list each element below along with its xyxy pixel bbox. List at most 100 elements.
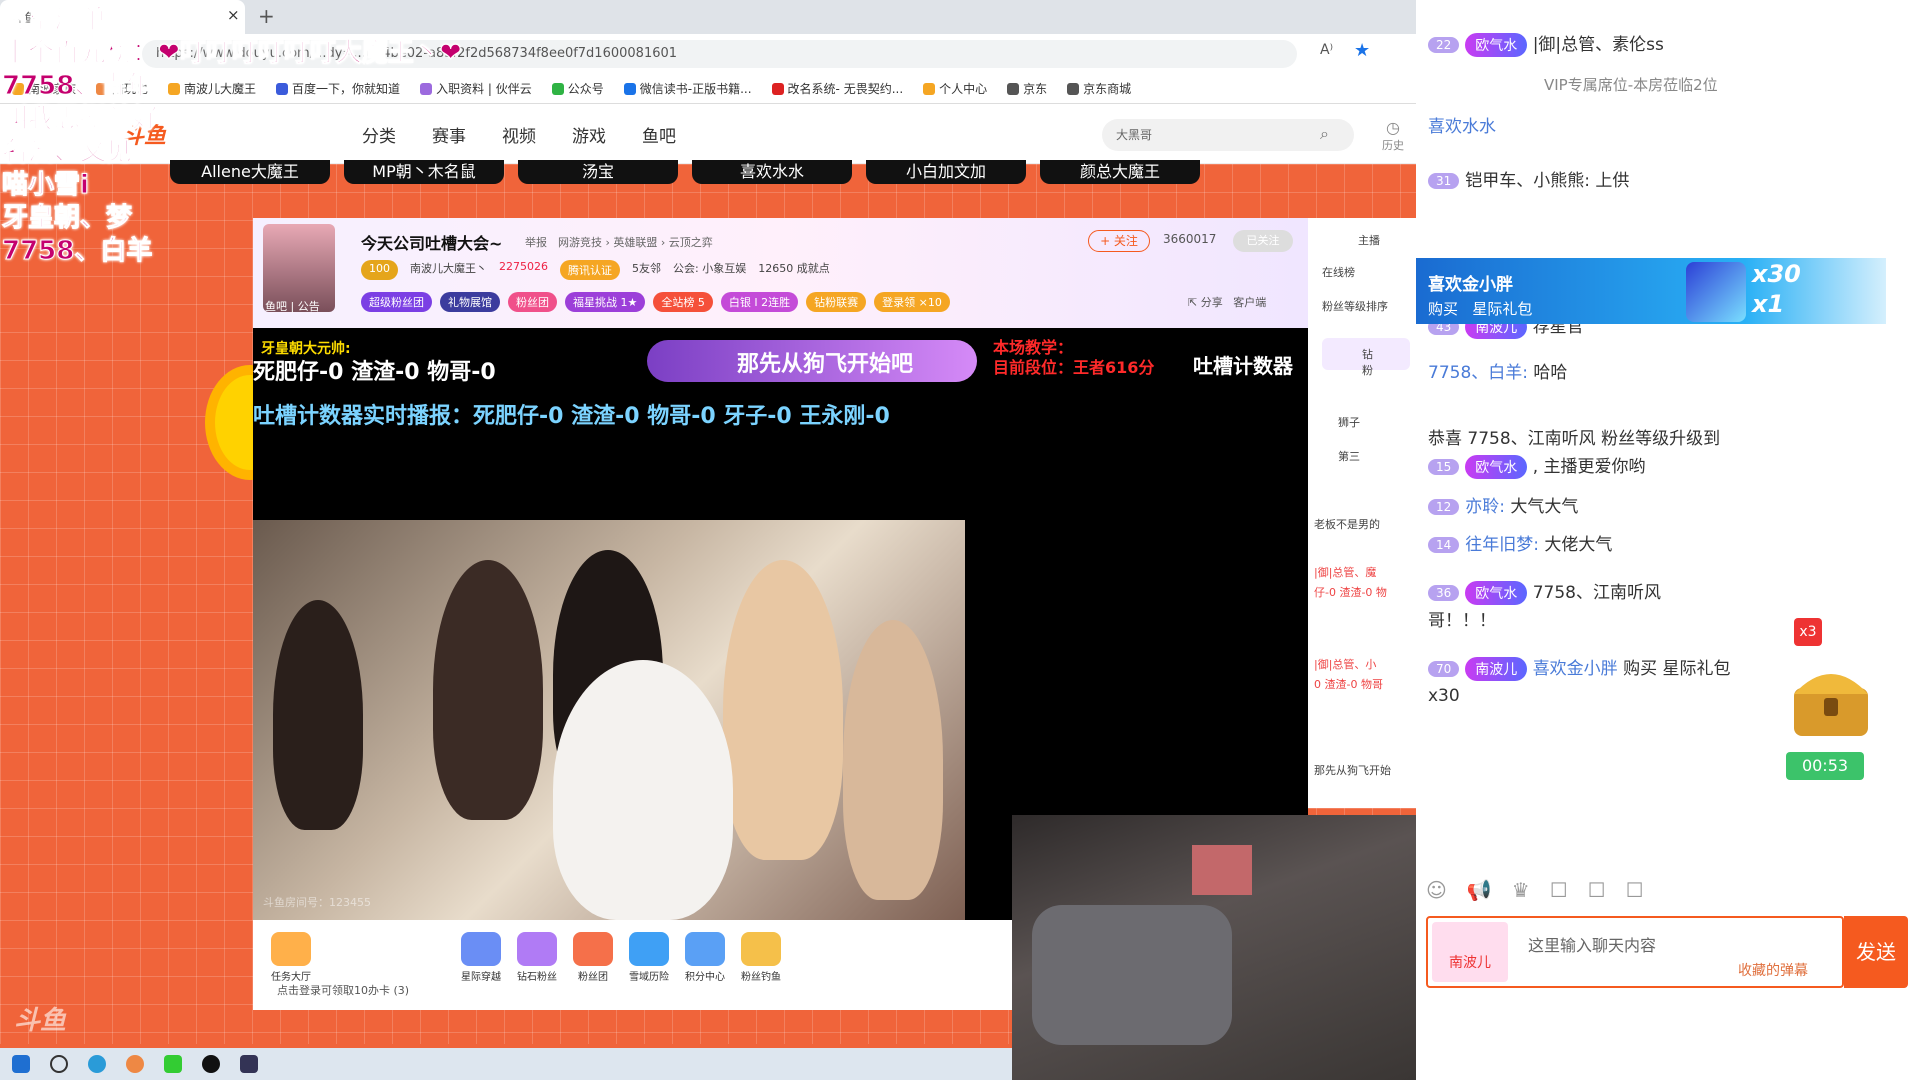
chat-input[interactable]: 这里输入聊天内容 xyxy=(1528,932,1656,956)
level-badge: 70 xyxy=(1428,661,1460,677)
streamer-tab[interactable]: 主播 xyxy=(1358,232,1380,248)
bookmark-item[interactable]: 公众号 xyxy=(551,80,604,97)
overlay-line: 7758、青年 xyxy=(2,71,153,102)
manage-icon[interactable]: ☐ xyxy=(1588,878,1606,902)
chat-message: 14 往年旧梦: 大佬大气 xyxy=(1428,530,1612,555)
friends-link[interactable]: 5友邻 xyxy=(632,260,661,280)
channel-tab[interactable]: 喜欢水水 xyxy=(692,160,852,184)
rank-item-1[interactable]: 狮子 xyxy=(1338,414,1360,430)
toolbar-item[interactable]: 雪域历险 xyxy=(621,932,677,983)
avatar-tags[interactable]: 鱼吧 | 公告 xyxy=(265,298,320,314)
room-tag[interactable]: 粉丝团 xyxy=(508,292,557,312)
side-message: 0 渣渣-0 物哥 xyxy=(1314,678,1383,691)
emoji-icon[interactable]: ☺ xyxy=(1426,878,1447,902)
bookmark-item[interactable]: 改名系统- 无畏契约... xyxy=(771,80,904,97)
bookmark-label: 改名系统- 无畏契约... xyxy=(787,82,904,96)
chat-username[interactable]: 往年旧梦: xyxy=(1465,535,1539,555)
toolbar-icon xyxy=(461,932,501,966)
history-button[interactable]: ◷ 历史 xyxy=(1382,118,1404,153)
chat-username[interactable]: 亦聆: xyxy=(1465,497,1505,517)
rank-label: 目前段位：王者616分 xyxy=(993,358,1155,377)
send-button[interactable]: 发送 xyxy=(1844,916,1908,988)
chat-message: 恭喜 7758、江南听风 粉丝等级升级到 xyxy=(1428,424,1720,449)
obs-icon[interactable] xyxy=(202,1055,220,1073)
room-tag[interactable]: 钻粉联赛 xyxy=(806,292,867,312)
channel-tab[interactable]: 汤宝 xyxy=(518,160,678,184)
toolbar-label: 钻石粉丝 xyxy=(517,972,557,983)
gift-user[interactable]: 喜欢金小胖 xyxy=(1428,270,1513,295)
bookmark-item[interactable]: 京东 xyxy=(1007,80,1047,97)
wechat-icon[interactable] xyxy=(164,1055,182,1073)
app-icon[interactable] xyxy=(240,1055,258,1073)
chat-text: |御|总管、素伦ss xyxy=(1532,35,1664,55)
overlay-line: 喵小雪i xyxy=(2,170,90,201)
toolbar-item[interactable]: 星际穿越 xyxy=(453,932,509,983)
windows-start-icon[interactable] xyxy=(12,1055,30,1073)
toolbar-item[interactable]: 积分中心 xyxy=(677,932,733,983)
bookmark-icon xyxy=(623,82,636,95)
room-category[interactable]: 网游竞技 › 英雄联盟 › 云顶之弈 xyxy=(558,234,713,250)
chat-input-box: 南波儿 这里输入聊天内容 收藏的弹幕 xyxy=(1426,916,1844,988)
nav-item[interactable]: 鱼吧 xyxy=(642,122,676,147)
chat-username[interactable]: 7758、白羊: xyxy=(1428,363,1528,383)
danmaku-scroll: 死肥仔-0 渣渣-0 物哥-0 xyxy=(253,360,496,385)
bookmark-item[interactable]: 微信读书-正版书籍... xyxy=(623,80,752,97)
search-icon[interactable]: ⌕ xyxy=(1320,124,1329,144)
sort-label[interactable]: 粉丝等级排序 xyxy=(1322,298,1388,314)
room-side-panel: 主播 在线榜 粉丝等级排序 钻粉 狮子 第三 老板不是男的 |御|总管、魔 仔-… xyxy=(1308,218,1416,808)
crown-icon[interactable]: ♛ xyxy=(1512,878,1530,902)
toolbar-item[interactable]: 钻石粉丝 xyxy=(509,932,565,983)
toolbar-label: 雪域历险 xyxy=(629,972,669,983)
chat-username[interactable]: 喜欢水水 xyxy=(1428,117,1496,137)
app-icon[interactable] xyxy=(126,1055,144,1073)
toolbar-item[interactable]: 粉丝团 xyxy=(565,932,621,983)
guild-link[interactable]: 公会: 小象互娱 xyxy=(673,260,746,280)
ticket-icon[interactable]: ☐ xyxy=(1626,878,1644,902)
room-tag[interactable]: 白银 I 2连胜 xyxy=(720,292,799,312)
level-badge: 12 xyxy=(1428,499,1460,515)
share-button[interactable]: ⇱ 分享 客户端 xyxy=(1188,294,1266,310)
follow-button[interactable]: + 关注 xyxy=(1088,230,1150,252)
bookmark-item[interactable]: 个人中心 xyxy=(923,80,987,97)
nav-item[interactable]: 视频 xyxy=(502,122,536,147)
chat-username[interactable]: 喜欢金小胖 xyxy=(1533,659,1618,679)
share-icon: ⇱ xyxy=(1188,296,1201,309)
nav-item[interactable]: 游戏 xyxy=(572,122,606,147)
chat-message: 70 南波儿 喜欢金小胖 购买 星际礼包 xyxy=(1428,654,1731,681)
channel-tab[interactable]: 小白加文加 xyxy=(866,160,1026,184)
rank-item-2[interactable]: 第三 xyxy=(1338,448,1360,464)
fan-icon[interactable]: ☐ xyxy=(1550,878,1568,902)
online-tab[interactable]: 在线榜 xyxy=(1322,264,1355,280)
edge-icon[interactable] xyxy=(88,1055,106,1073)
chat-message: 36 欧气水 7758、江南听风 xyxy=(1428,578,1661,605)
bookmark-item[interactable]: 京东商城 xyxy=(1067,80,1131,97)
room-tag[interactable]: 礼物展馆 xyxy=(440,292,500,312)
channel-tab[interactable]: 颜总大魔王 xyxy=(1040,160,1200,184)
chat-message: 22 欧气水 |御|总管、素伦ss xyxy=(1428,30,1664,57)
video-watermark: 斗鱼房间号：123455 xyxy=(263,896,371,909)
search-input[interactable]: 大黑哥 xyxy=(1102,119,1354,151)
room-tag[interactable]: 福星挑战 1★ xyxy=(565,292,646,312)
diamond-fan-tab[interactable]: 钻粉 xyxy=(1322,338,1410,377)
person-figure xyxy=(723,560,843,860)
search-icon[interactable] xyxy=(50,1055,68,1073)
task-hall-button[interactable]: 任务大厅 xyxy=(263,932,319,983)
fan-badge[interactable]: 南波儿 xyxy=(1432,922,1508,982)
treasure-chest-icon[interactable] xyxy=(1786,654,1876,744)
toolbar-item[interactable]: 粉丝钓鱼 xyxy=(733,932,789,983)
achievement-points[interactable]: 12650 成就点 xyxy=(758,260,830,280)
horn-icon[interactable]: 📢 xyxy=(1467,878,1492,902)
room-tag[interactable]: 超级粉丝团 xyxy=(361,292,432,312)
report-link[interactable]: 举报 xyxy=(525,234,547,250)
followed-button[interactable]: 已关注 xyxy=(1233,230,1293,252)
toolbar-icon xyxy=(517,932,557,966)
room-tag[interactable]: 登录领 ×10 xyxy=(874,292,950,312)
star-icon[interactable]: ★ xyxy=(1354,40,1370,61)
teaching-info: 本场教学： 目前段位：王者616分 xyxy=(993,338,1154,378)
login-tip[interactable]: 点击登录可领取10办卡 (3) xyxy=(277,982,409,998)
toolbar-icon xyxy=(629,932,669,966)
room-tag[interactable]: 全站榜 5 xyxy=(653,292,713,312)
client-link[interactable]: 客户端 xyxy=(1233,296,1266,309)
collected-danmaku[interactable]: 收藏的弹幕 xyxy=(1738,960,1808,980)
read-aloud-icon[interactable]: A⁾ xyxy=(1320,42,1333,58)
